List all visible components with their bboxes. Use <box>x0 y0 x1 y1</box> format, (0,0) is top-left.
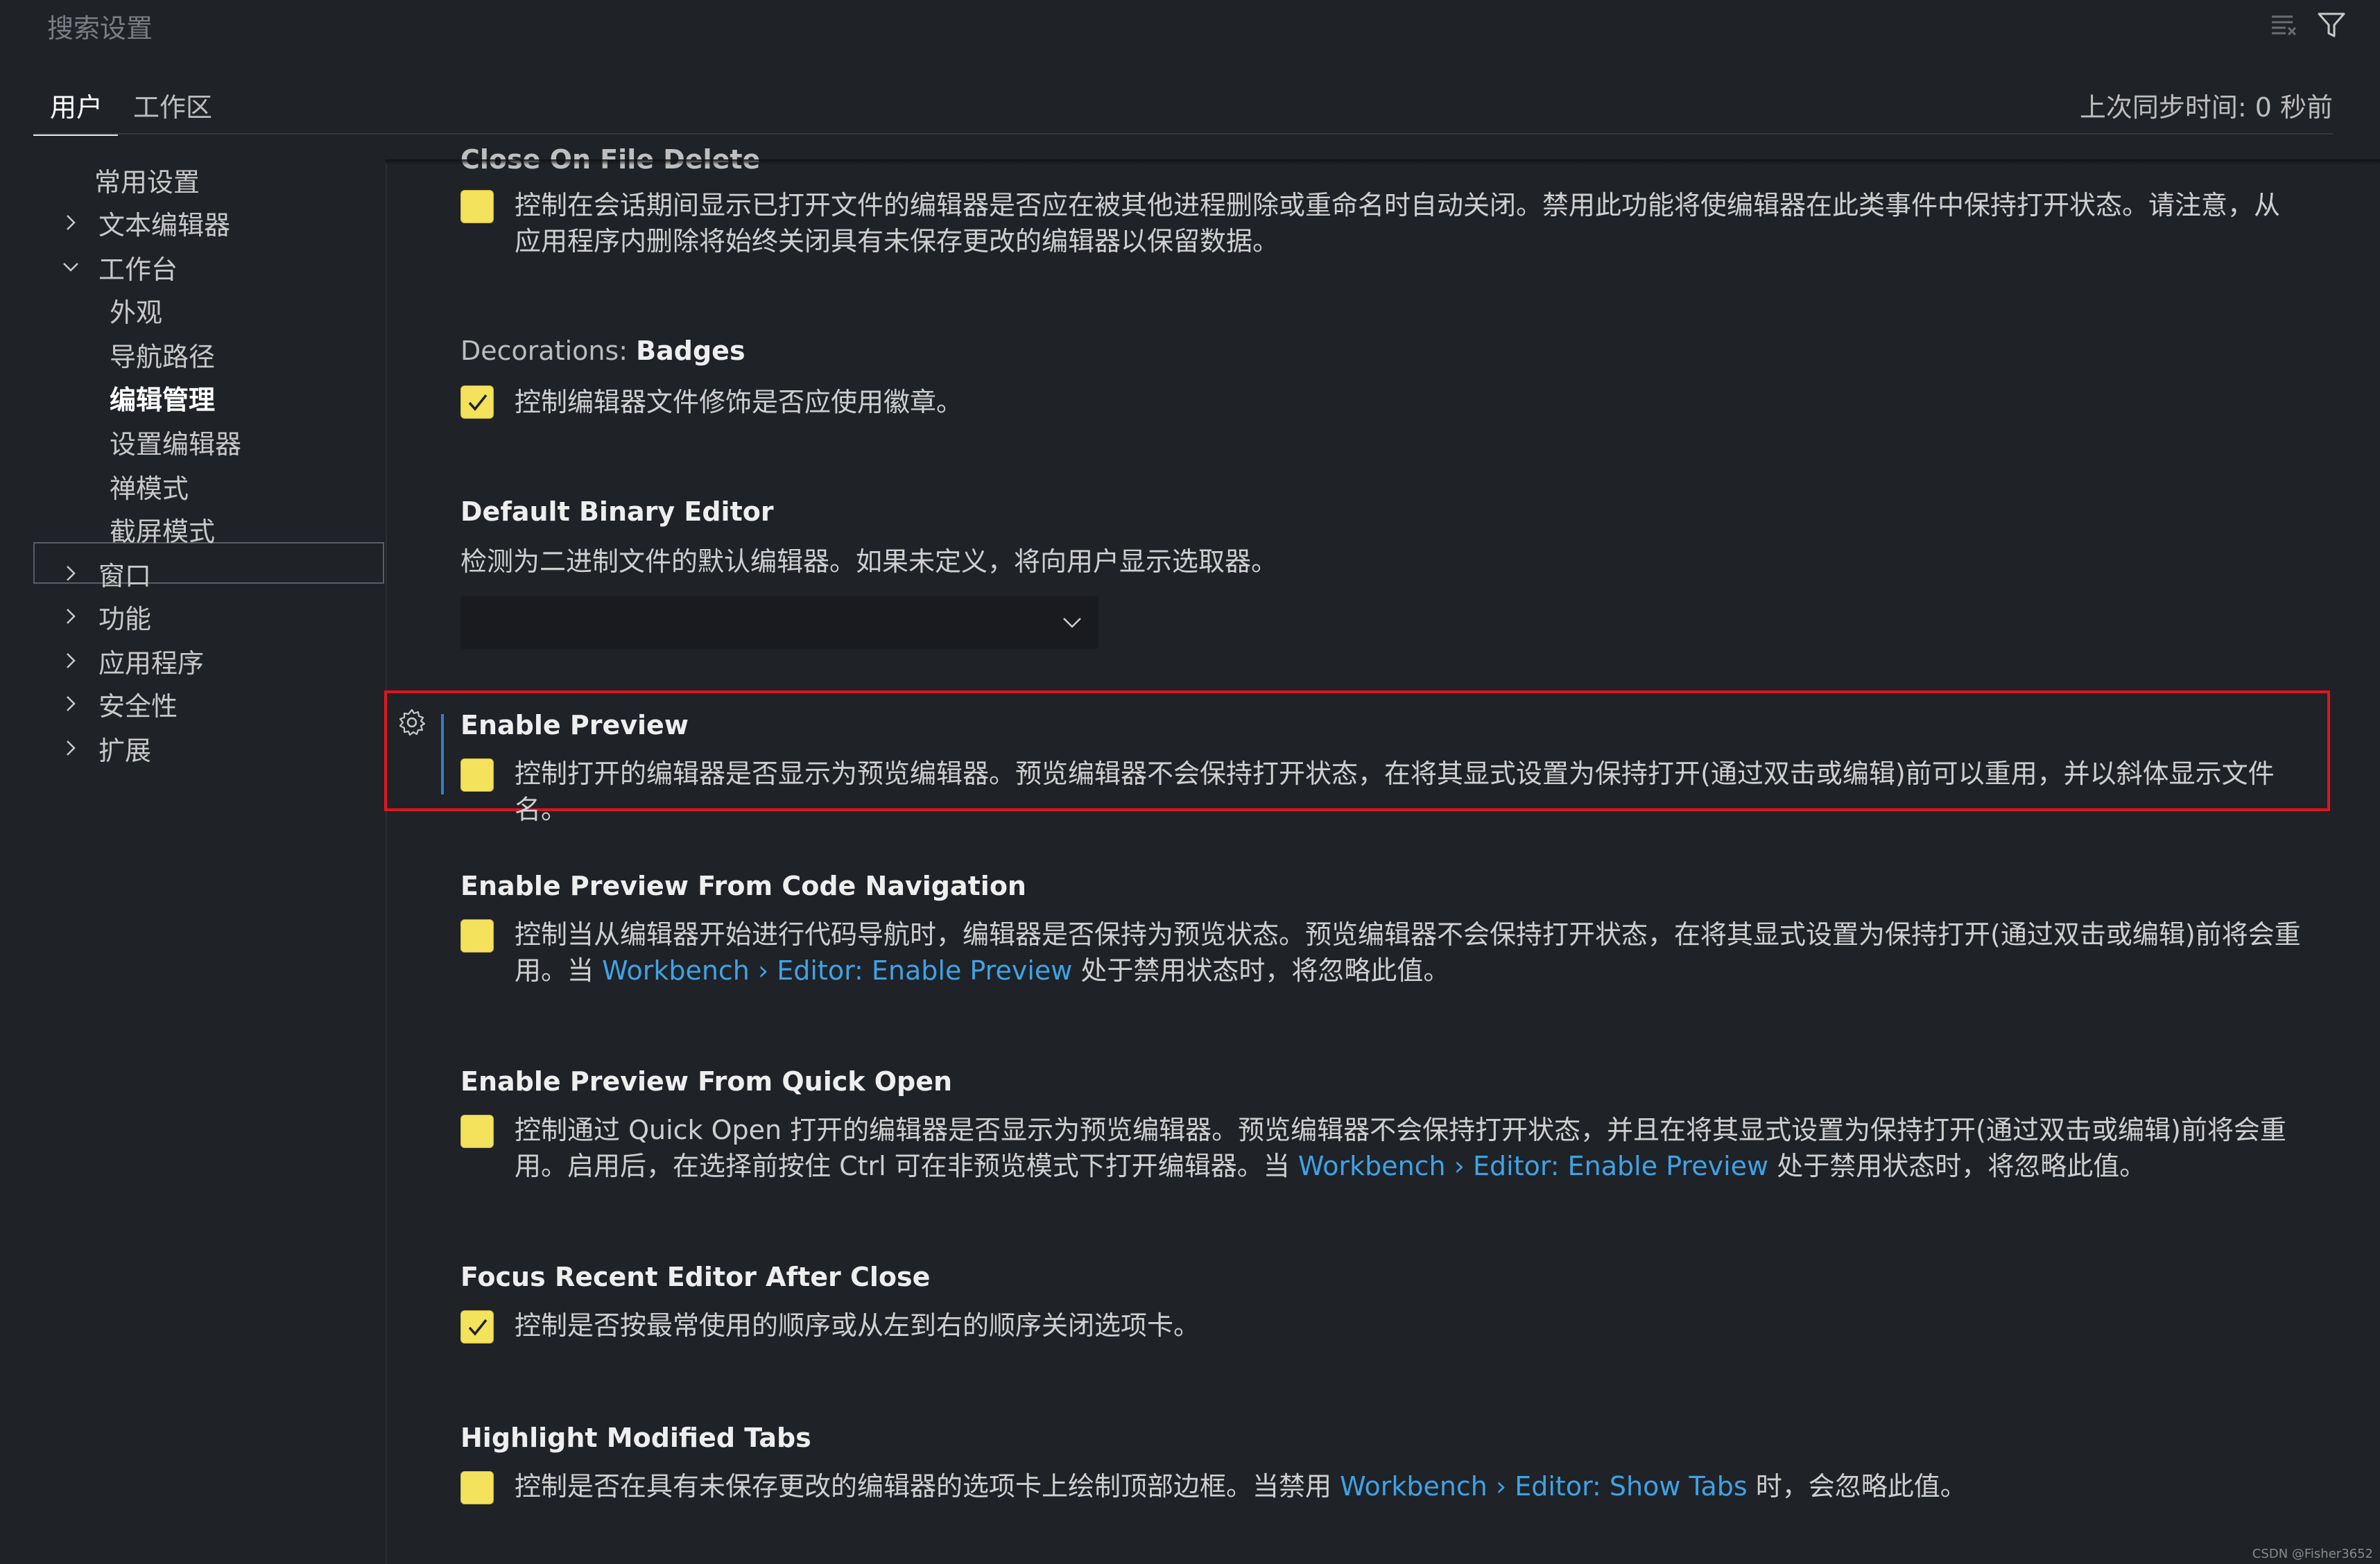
tab-user[interactable]: 用户 <box>50 86 103 124</box>
checkmark-icon <box>468 1319 488 1336</box>
toc-item-zen-mode[interactable]: 禅模式 <box>110 464 189 507</box>
header-shadow <box>386 159 2380 165</box>
setting-key: Badges <box>636 336 745 366</box>
setting-title-enable-preview-quick-open: Enable Preview From Quick Open <box>460 1066 953 1097</box>
setting-title-enable-preview: Enable Preview <box>460 710 689 740</box>
setting-title-highlight-modified-tabs: Highlight Modified Tabs <box>460 1423 811 1453</box>
setting-link-show-tabs[interactable]: Workbench › Editor: Show Tabs <box>1340 1471 1748 1502</box>
settings-list: Close On File Delete 控制在会话期间显示已打开文件的编辑器是… <box>384 144 2380 1564</box>
toc-item-appearance[interactable]: 外观 <box>110 288 162 331</box>
setting-description: 控制在会话期间显示已打开文件的编辑器是否应在被其他进程删除或重命名时自动关闭。禁… <box>515 190 2281 257</box>
toc-item-application[interactable]: 应用程序 <box>61 639 204 682</box>
checkbox-close-on-file-delete[interactable] <box>460 190 494 223</box>
chevron-right-icon <box>67 653 76 668</box>
chevron-right-icon <box>67 696 76 711</box>
checkmark-icon <box>468 394 488 411</box>
chevron-right-icon <box>67 740 76 756</box>
toc-item-security[interactable]: 安全性 <box>61 682 178 725</box>
toc-item-common[interactable]: 常用设置 <box>94 158 200 201</box>
chevron-down-icon <box>1063 618 1081 628</box>
checkbox-enable-preview-code-nav[interactable] <box>460 919 494 953</box>
setting-description: 控制通过 Quick Open 打开的编辑器是否显示为预览编辑器。预览编辑器不会… <box>515 1115 2286 1181</box>
search-bar: 搜索设置 <box>0 0 2380 50</box>
watermark: CSDN @Fisher3652 <box>2252 1547 2373 1561</box>
setting-link-enable-preview[interactable]: Workbench › Editor: Enable Preview <box>602 955 1072 986</box>
toc-item-text-editor[interactable]: 文本编辑器 <box>61 201 230 244</box>
setting-description: 检测为二进制文件的默认编辑器。如果未定义，将向用户显示选取器。 <box>460 546 1278 577</box>
toc-item-extensions[interactable]: 扩展 <box>61 727 151 770</box>
gear-icon[interactable] <box>397 707 427 738</box>
settings-scope-tabs: 用户 工作区 <box>0 69 2380 136</box>
toc-item-window[interactable]: 窗口 <box>61 552 151 595</box>
toc-item-screencast-mode[interactable]: 截屏模式 <box>110 507 215 550</box>
default-binary-editor-select[interactable] <box>460 596 1098 649</box>
tab-workspace[interactable]: 工作区 <box>133 86 212 124</box>
setting-title-focus-recent-editor: Focus Recent Editor After Close <box>460 1262 931 1292</box>
chevron-right-icon <box>67 215 76 230</box>
toc-item-features[interactable]: 功能 <box>61 595 151 638</box>
setting-description: 控制当从编辑器开始进行代码导航时，编辑器是否保持为预览状态。预览编辑器不会保持打… <box>515 919 2301 986</box>
focused-setting-indicator <box>441 714 444 794</box>
checkbox-enable-preview[interactable] <box>460 758 494 792</box>
chevron-right-icon <box>67 566 76 581</box>
checkbox-enable-preview-quick-open[interactable] <box>460 1115 494 1148</box>
clear-filter-icon[interactable] <box>2269 10 2300 40</box>
setting-description: 控制是否在具有未保存更改的编辑器的选项卡上绘制顶部边框。当禁用 Workbenc… <box>515 1471 1967 1502</box>
setting-description: 控制是否按最常使用的顺序或从左到右的顺序关闭选项卡。 <box>515 1310 1200 1341</box>
chevron-down-icon <box>63 263 78 272</box>
setting-link-enable-preview[interactable]: Workbench › Editor: Enable Preview <box>1298 1151 1768 1181</box>
setting-title-decorations-badges: Decorations: Badges <box>460 336 745 366</box>
setting-title-default-binary-editor: Default Binary Editor <box>460 496 774 527</box>
tabs-divider <box>33 133 2333 134</box>
setting-title-enable-preview-code-nav: Enable Preview From Code Navigation <box>460 871 1026 901</box>
settings-toc: 常用设置 文本编辑器 工作台 外观 导航路径 编辑管理 设置编辑器 禅模式 截屏… <box>0 158 386 1564</box>
setting-description: 控制打开的编辑器是否显示为预览编辑器。预览编辑器不会保持打开状态，在将其显式设置… <box>515 758 2275 825</box>
chevron-right-icon <box>67 609 76 624</box>
checkbox-highlight-modified-tabs[interactable] <box>460 1471 494 1504</box>
toc-item-settings-editor[interactable]: 设置编辑器 <box>110 420 241 463</box>
filter-icon[interactable] <box>2316 10 2347 40</box>
toc-item-editor-management[interactable]: 编辑管理 <box>110 376 215 419</box>
checkbox-focus-recent-editor[interactable] <box>460 1310 494 1344</box>
search-input[interactable]: 搜索设置 <box>47 7 153 45</box>
toc-item-breadcrumbs[interactable]: 导航路径 <box>110 333 215 376</box>
sync-status: 上次同步时间: 0 秒前 <box>2079 92 2333 123</box>
checkbox-decorations-badges[interactable] <box>460 385 494 419</box>
search-actions <box>2269 10 2347 40</box>
toc-item-workbench[interactable]: 工作台 <box>61 245 178 288</box>
setting-description: 控制编辑器文件修饰是否应使用徽章。 <box>515 387 963 417</box>
setting-category: Decorations: <box>460 336 637 366</box>
